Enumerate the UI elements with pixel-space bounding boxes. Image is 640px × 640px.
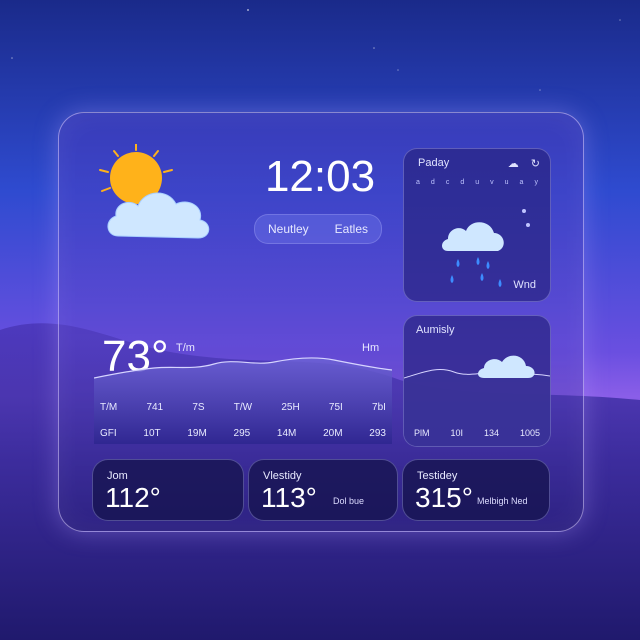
forecast-row-1: T/M 741 7S T/W 25H 75I 7bI	[100, 402, 386, 413]
clock-time: 12:03	[264, 152, 376, 201]
humidity-labels: PlM 10I 134 1005	[414, 428, 540, 438]
location-toggle-pill[interactable]: Neutley Eatles	[254, 214, 382, 244]
day-card-temp: 315°	[415, 482, 473, 513]
pill-right-label[interactable]: Eatles	[335, 222, 368, 236]
day-card-temp: 112°	[105, 482, 161, 513]
precipitation-card-footer: Wnd	[513, 279, 536, 291]
precipitation-card[interactable]: Paday ☁ ↻ ad cd uv ua y Wnd	[403, 148, 551, 302]
day-card-label: Vlestidy	[263, 470, 302, 482]
humidity-wave	[404, 355, 550, 446]
day-card-note: Dol bue	[333, 496, 365, 506]
cloud-icon	[478, 355, 535, 378]
sun-cloud-icon	[99, 144, 210, 239]
day-card-2[interactable]: Vlestidy 113° Dol bue	[248, 459, 398, 521]
forecast-row-2: GFI 10T 19M 295 14M 20M 293	[100, 428, 386, 439]
day-card-3[interactable]: Testidey 315° Melbigh Ned	[402, 459, 550, 521]
humidity-card[interactable]: Aumisly PlM 10I 134 1005	[403, 315, 551, 447]
pill-left-label[interactable]: Neutley	[268, 222, 309, 236]
day-card-1[interactable]: Jom 112°	[92, 459, 244, 521]
day-card-label: Jom	[107, 470, 128, 482]
day-card-label: Testidey	[417, 470, 458, 482]
day-card-temp: 113°	[261, 482, 317, 513]
day-card-note: Melbigh Ned	[477, 496, 528, 506]
